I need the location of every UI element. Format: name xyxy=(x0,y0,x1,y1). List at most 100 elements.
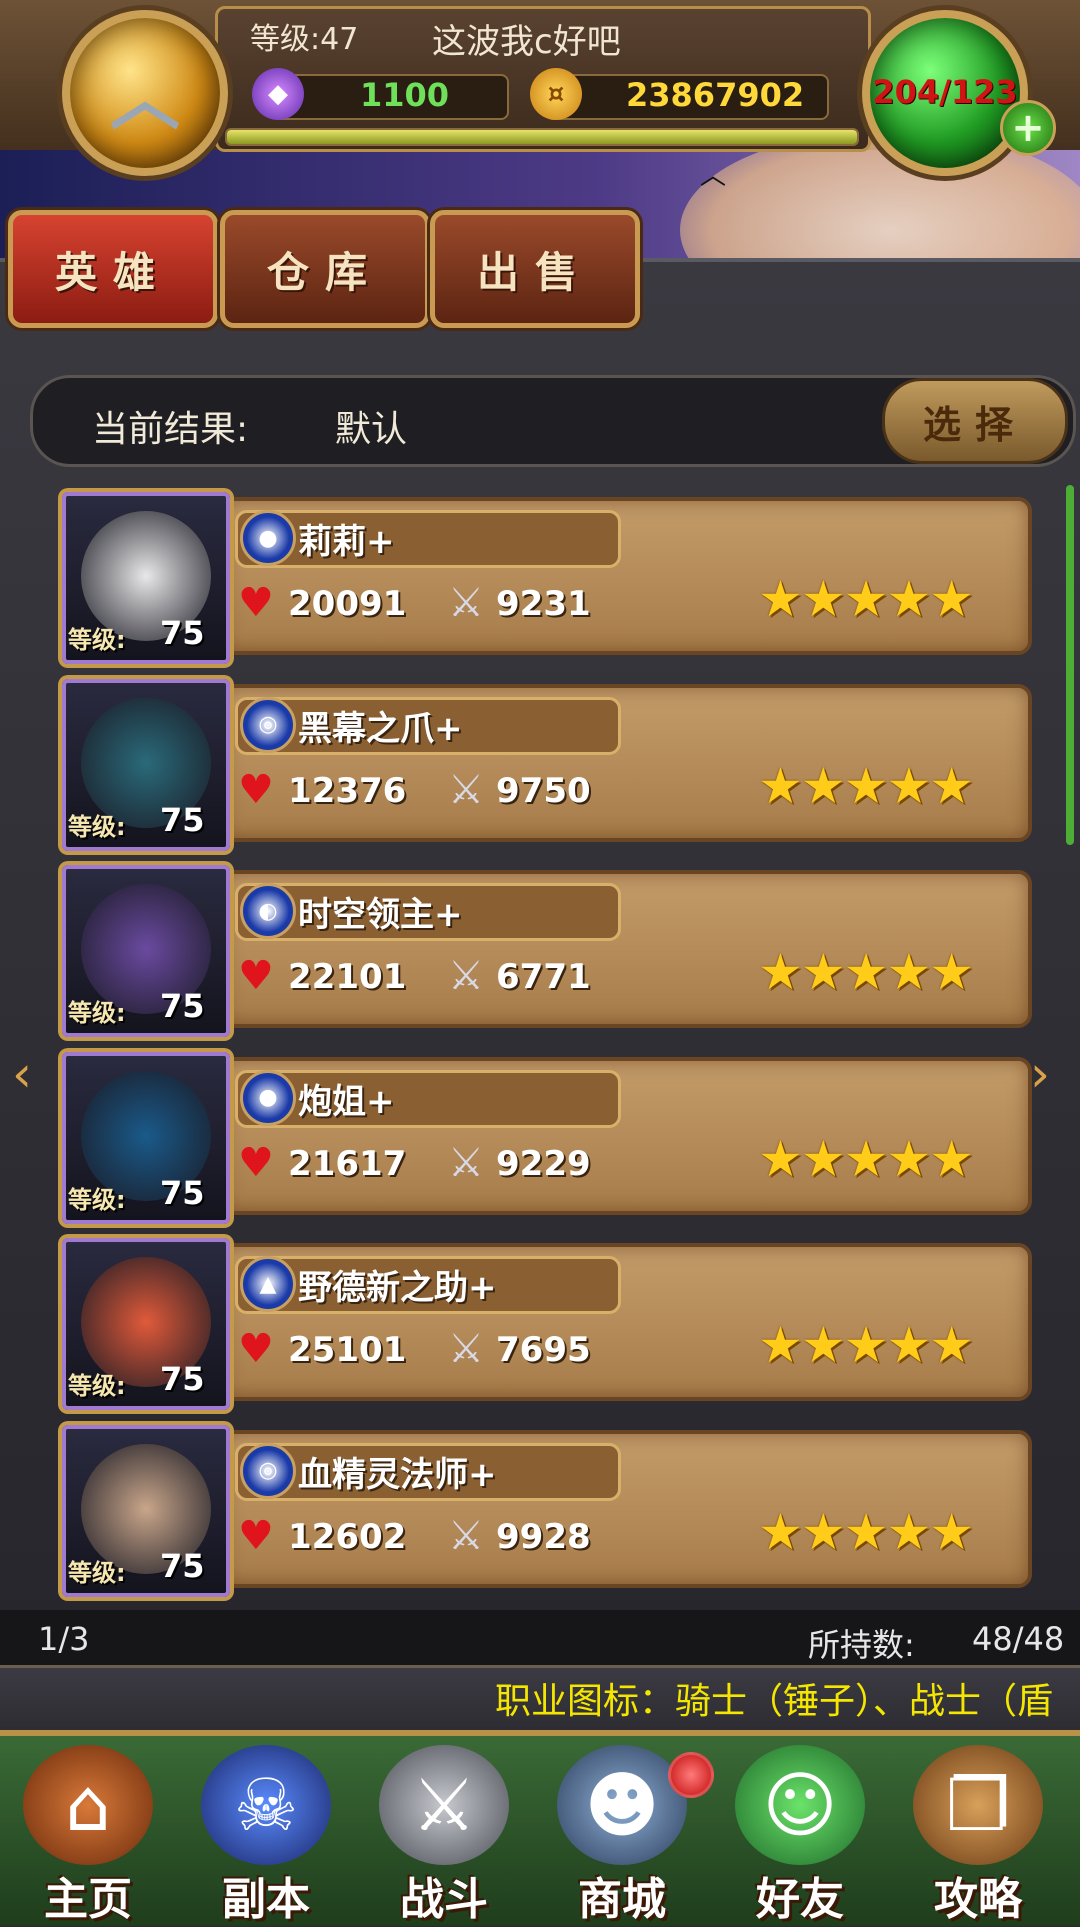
staff-icon: ◎ xyxy=(240,696,296,753)
hero-level-tag: 等级: xyxy=(68,1185,126,1214)
add-energy-button[interactable]: + xyxy=(1000,100,1056,156)
hammer-icon: ▲ xyxy=(240,1256,296,1312)
hero-attack: 9229 xyxy=(496,1143,591,1184)
nav-label: 商城 xyxy=(578,1874,666,1925)
leaf-icon: ◐ xyxy=(240,883,296,939)
tab-heroes[interactable]: 英雄 xyxy=(8,210,218,328)
nav-label: 战斗 xyxy=(400,1874,488,1925)
energy-orb: 204/123 xyxy=(862,10,1028,176)
book-icon: ❐ xyxy=(913,1745,1043,1865)
held-count-label: 所持数: xyxy=(808,1626,915,1664)
page-number: 1/3 xyxy=(38,1620,90,1658)
marquee-text: 职业图标：骑士（锤子）、战士（盾 xyxy=(495,1681,1054,1722)
heart-icon: ♥ xyxy=(238,953,274,999)
monster-shop-icon: ☻ xyxy=(557,1745,687,1865)
friends-icon: ☺ xyxy=(735,1745,865,1865)
hero-stars: ★★★★★ xyxy=(758,756,974,815)
hero-level-tag: 等级: xyxy=(68,626,126,654)
heart-icon: ♥ xyxy=(238,1326,274,1372)
select-button[interactable]: 选择 xyxy=(882,378,1068,464)
hero-name: 血精灵法师+ xyxy=(298,1454,497,1495)
hero-level-tag: 等级: xyxy=(68,1372,126,1400)
chevron-up-icon: ︿ xyxy=(110,57,180,140)
energy-value: 204/123 xyxy=(872,73,1018,111)
hero-hp: 20091 xyxy=(288,584,407,624)
coin-icon: ¤ xyxy=(530,68,582,120)
nav-guide[interactable]: ❐ 攻略 xyxy=(898,1745,1058,1925)
tab-sell[interactable]: 出售 xyxy=(430,210,640,328)
hero-attack: 9750 xyxy=(496,770,591,811)
house-icon: ⌂ xyxy=(23,1745,153,1865)
hero-level-tag: 等级: xyxy=(68,812,126,841)
crossed-swords-icon: ⚔ xyxy=(448,1139,484,1186)
hero-level: 75 xyxy=(160,1360,205,1398)
heart-icon: ♥ xyxy=(238,766,274,813)
gem-icon: ◆ xyxy=(252,68,304,120)
heart-icon: ♥ xyxy=(238,580,274,626)
hero-stars: ★★★★★ xyxy=(758,1316,974,1374)
hero-row[interactable]: 等级: 75 ● 炮姐+ ♥ 21617 ⚔ 9229 ★★★★★ xyxy=(60,1051,1032,1224)
nav-label: 好友 xyxy=(756,1874,844,1925)
crossed-swords-icon: ⚔ xyxy=(448,953,484,999)
hero-attack: 7695 xyxy=(496,1330,591,1370)
hero-hp: 22101 xyxy=(288,957,407,997)
prev-page-arrow-icon[interactable]: ‹ xyxy=(12,1045,32,1103)
bat-icon: ︿ xyxy=(700,161,727,191)
hero-row[interactable]: 等级: 75 ▲ 野德新之助+ ♥ 25101 ⚔ 7695 ★★★★★ xyxy=(60,1238,1032,1410)
hero-attack: 6771 xyxy=(496,957,591,997)
hero-row[interactable]: 等级: 75 ● 莉莉+ ♥ 20091 ⚔ 9231 ★★★★★ xyxy=(60,492,1032,664)
heart-icon: ♥ xyxy=(238,1512,274,1559)
hero-stars: ★★★★★ xyxy=(758,1129,974,1188)
player-level: 等级:47 xyxy=(250,22,359,57)
hero-stars: ★★★★★ xyxy=(758,943,974,1001)
hero-level-tag: 等级: xyxy=(68,1558,126,1587)
gem-value: 1100 xyxy=(360,76,450,114)
hero-row[interactable]: 等级: 75 ◎ 黑幕之爪+ ♥ 12376 ⚔ 9750 ★★★★★ xyxy=(60,678,1032,851)
crossed-swords-icon: ⚔ xyxy=(448,1326,484,1372)
crossed-swords-icon: ⚔ xyxy=(448,1512,484,1559)
hero-row[interactable]: 等级: 75 ◐ 时空领主+ ♥ 22101 ⚔ 6771 ★★★★★ xyxy=(60,865,1032,1037)
hero-name: 时空领主+ xyxy=(298,895,463,935)
hero-row[interactable]: 等级: 75 ◎ 血精灵法师+ ♥ 12602 ⚔ 9928 ★★★★★ xyxy=(60,1424,1032,1597)
hero-name: 黑幕之爪+ xyxy=(298,708,463,749)
staff-icon: ◎ xyxy=(240,1442,296,1499)
crossed-swords-icon: ⚔ xyxy=(448,580,484,626)
hero-hp: 21617 xyxy=(288,1143,407,1184)
next-page-arrow-icon[interactable]: › xyxy=(1030,1045,1050,1103)
notification-dot xyxy=(668,1752,714,1798)
exp-bar-fill xyxy=(227,130,857,144)
nav-home[interactable]: ⌂ 主页 xyxy=(8,1745,168,1925)
hero-level: 75 xyxy=(160,800,205,839)
hero-name: 莉莉+ xyxy=(298,522,395,562)
nav-label: 攻略 xyxy=(934,1874,1022,1925)
hero-hp: 12376 xyxy=(288,770,407,811)
held-count-value: 48/48 xyxy=(972,1620,1065,1658)
pager-bar xyxy=(0,1610,1080,1670)
nav-dungeon[interactable]: ☠ 副本 xyxy=(186,1745,346,1925)
nav-friends[interactable]: ☺ 好友 xyxy=(720,1745,880,1925)
nav-label: 副本 xyxy=(222,1874,310,1925)
crossed-swords-icon: ⚔ xyxy=(448,766,484,813)
tab-warehouse[interactable]: 仓库 xyxy=(220,210,430,328)
hero-name: 炮姐+ xyxy=(298,1081,395,1122)
hero-attack: 9231 xyxy=(496,584,591,624)
nav-battle[interactable]: ⚔ 战斗 xyxy=(364,1745,524,1925)
hero-attack: 9928 xyxy=(496,1516,591,1557)
skull-icon: ☠ xyxy=(201,1745,331,1865)
hero-hp: 12602 xyxy=(288,1516,407,1557)
collapse-orb-button[interactable]: ︿ xyxy=(62,10,228,176)
hero-stars: ★★★★★ xyxy=(758,1502,974,1561)
filter-label: 当前结果: xyxy=(92,409,249,450)
shield-icon: ● xyxy=(240,1069,296,1126)
swords-icon: ⚔ xyxy=(379,1745,509,1865)
exp-bar xyxy=(225,128,859,146)
hero-stars: ★★★★★ xyxy=(758,570,974,628)
scrollbar[interactable] xyxy=(1066,485,1074,845)
filter-value: 默认 xyxy=(335,409,408,450)
hero-hp: 25101 xyxy=(288,1330,407,1370)
hero-level: 75 xyxy=(160,614,205,652)
hero-level-tag: 等级: xyxy=(68,999,126,1027)
hero-level: 75 xyxy=(160,1546,205,1585)
shield-icon: ● xyxy=(240,510,296,566)
nav-label: 主页 xyxy=(44,1874,132,1925)
